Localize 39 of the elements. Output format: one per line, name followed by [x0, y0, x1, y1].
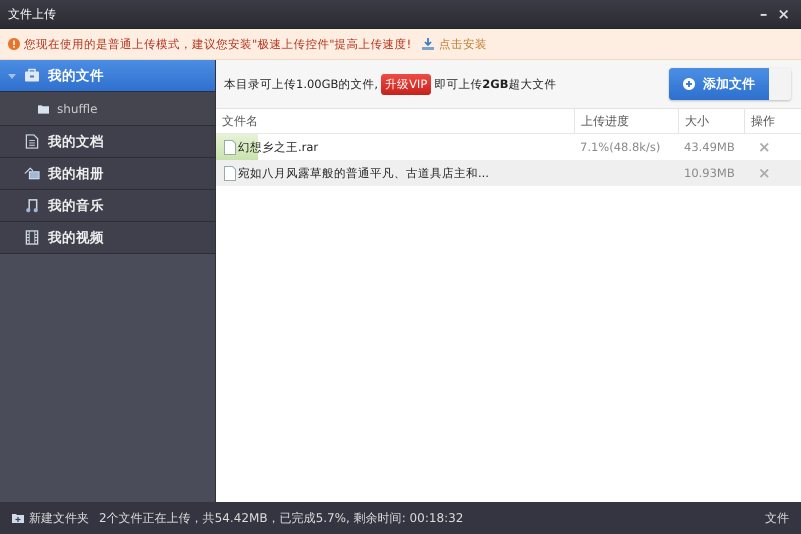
briefcase-icon [24, 68, 40, 83]
folder-icon [38, 104, 49, 114]
column-header[interactable]: 上传进度 [574, 109, 678, 133]
sidebar-item[interactable]: 我的文档 [0, 126, 215, 158]
warning-icon [8, 38, 20, 50]
file-name: 幻想乡之王.rar [238, 140, 318, 154]
sidebar-item[interactable]: 我的相册 [0, 158, 215, 190]
sidebar-item[interactable]: 我的文件 [0, 60, 215, 92]
column-header[interactable]: 文件名 [216, 109, 574, 133]
film-icon [24, 230, 40, 245]
new-folder-button[interactable]: 新建文件夹 [12, 510, 89, 526]
file-name: 宛如八月风露草般的普通平凡、古道具店主和... [238, 166, 489, 180]
minimize-button[interactable]: – [756, 5, 770, 23]
status-text: 2个文件正在上传，共54.42MB，已完成5.7%, 剩余时间: 00:18:32 [99, 510, 464, 526]
file-size: 43.49MB [684, 140, 735, 154]
column-header[interactable]: 操作 [744, 109, 801, 133]
column-header[interactable]: 大小 [678, 109, 744, 133]
document-icon [24, 134, 40, 149]
sidebar-subitem[interactable]: shuffle [0, 92, 215, 126]
upload-progress: 7.1%(48.8k/s) [580, 140, 660, 154]
photo-icon [24, 166, 40, 181]
status-action-text: 文件 [765, 510, 789, 526]
file-icon [224, 166, 236, 180]
sidebar-item[interactable]: 我的视频 [0, 222, 215, 254]
upgrade-vip-button[interactable]: 升级VIP [381, 74, 432, 94]
notice-text: 您现在使用的是普通上传模式，建议您安装"极速上传控件"提高上传速度! [24, 36, 412, 52]
plus-icon [683, 78, 695, 90]
close-button[interactable]: × [774, 5, 793, 23]
file-icon [224, 140, 236, 154]
new-folder-icon [12, 513, 24, 523]
quota-text: 即可上传2GB超大文件 [434, 76, 556, 92]
file-size: 10.93MB [684, 166, 735, 180]
add-file-button[interactable]: 添加文件 [669, 68, 769, 100]
window-title: 文件上传 [8, 6, 56, 22]
quota-text: 本目录可上传1.00GB的文件, [224, 76, 378, 92]
expand-caret-icon[interactable] [8, 72, 16, 80]
download-icon [421, 37, 436, 51]
music-note-icon [24, 198, 40, 213]
sidebar-item[interactable]: 我的音乐 [0, 190, 215, 222]
